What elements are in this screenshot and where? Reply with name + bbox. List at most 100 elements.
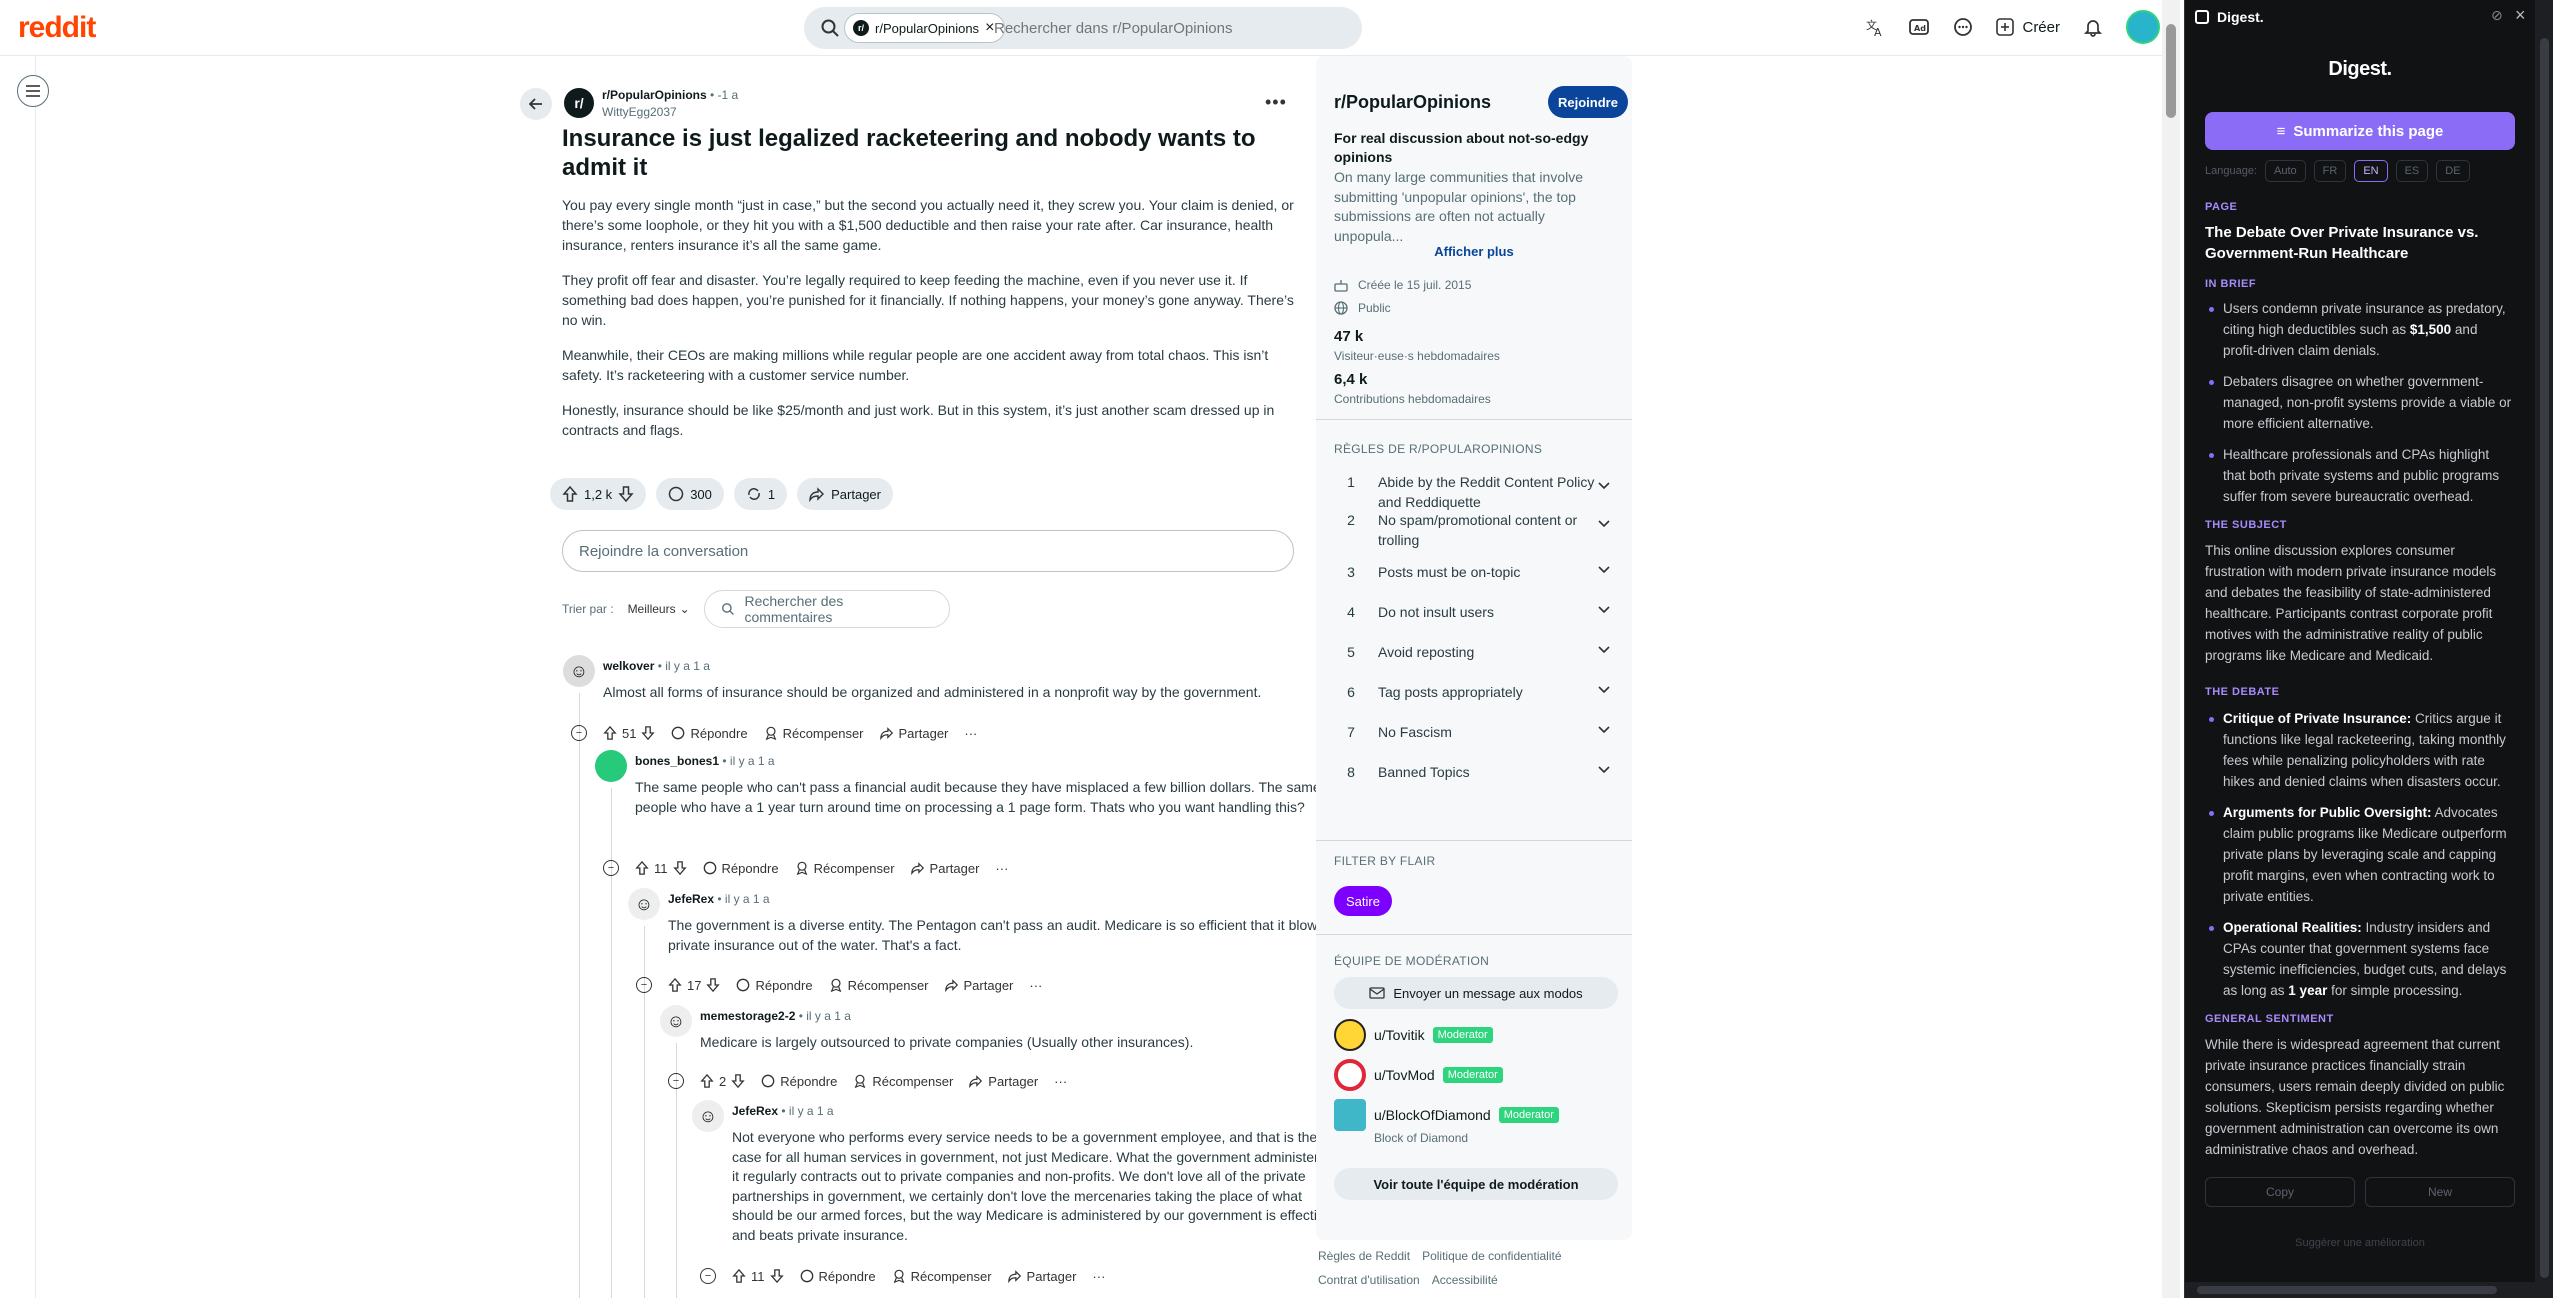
reply-button[interactable]: Répondre <box>671 726 748 741</box>
comment-avatar[interactable]: ☺ <box>692 1100 724 1132</box>
more-options-icon[interactable]: ··· <box>1029 978 1042 993</box>
lang-auto[interactable]: Auto <box>2265 160 2306 182</box>
lang-en[interactable]: EN <box>2354 160 2388 182</box>
chevron-down-icon[interactable] <box>1598 562 1618 574</box>
collapse-icon[interactable]: − <box>603 860 619 876</box>
upvote-icon[interactable] <box>700 1074 714 1088</box>
share-button[interactable]: Partager <box>910 861 979 876</box>
more-options-icon[interactable]: ··· <box>1092 1269 1105 1284</box>
join-conversation-input[interactable]: Rejoindre la conversation <box>562 530 1294 572</box>
subreddit-filter-chip[interactable]: r/ r/PopularOpinions × <box>844 13 1006 43</box>
comment-avatar[interactable] <box>595 750 627 782</box>
lang-fr[interactable]: FR <box>2313 160 2347 182</box>
collapse-icon[interactable]: − <box>700 1268 716 1284</box>
downvote-icon[interactable] <box>769 1269 784 1283</box>
chevron-down-icon[interactable] <box>1598 472 1618 490</box>
advertise-icon[interactable]: Ad <box>1908 16 1930 38</box>
reply-button[interactable]: Répondre <box>736 978 813 993</box>
more-options-icon[interactable]: ··· <box>964 726 977 741</box>
footer-link[interactable]: Politique de confidentialité <box>1422 1249 1561 1263</box>
reddit-logo[interactable]: reddit <box>18 11 96 45</box>
close-icon[interactable]: × <box>2515 5 2526 26</box>
upvote-icon[interactable] <box>635 861 649 875</box>
collapse-icon[interactable]: − <box>571 725 587 741</box>
chevron-down-icon[interactable] <box>1598 602 1618 614</box>
share-button[interactable]: Partager <box>944 978 1013 993</box>
chevron-down-icon[interactable] <box>1598 762 1618 774</box>
back-button[interactable] <box>520 88 552 120</box>
rule-item[interactable]: 4 Do not insult users <box>1334 602 1618 622</box>
user-avatar[interactable] <box>2126 10 2160 44</box>
mod-item[interactable]: u/Tovitik Moderator <box>1334 1019 1493 1051</box>
thread-line[interactable] <box>579 693 580 1298</box>
copy-button[interactable]: Copy <box>2205 1177 2355 1207</box>
sort-dropdown[interactable]: Meilleurs ⌄ <box>628 602 690 616</box>
lang-es[interactable]: ES <box>2395 160 2429 182</box>
more-options-icon[interactable]: ··· <box>995 861 1008 876</box>
search-bar[interactable]: r/ r/PopularOpinions × <box>804 7 1362 49</box>
rule-item[interactable]: 7 No Fascism <box>1334 722 1618 742</box>
digest-hscrollbar[interactable] <box>2185 1282 2535 1298</box>
summarize-button[interactable]: ≡ Summarize this page <box>2205 112 2515 150</box>
message-mods-button[interactable]: Envoyer un message aux modos <box>1334 977 1618 1009</box>
share-button[interactable]: Partager <box>1007 1269 1076 1284</box>
post-more-icon[interactable]: ••• <box>1265 92 1287 113</box>
more-options-icon[interactable]: ··· <box>1054 1074 1067 1089</box>
subreddit-avatar[interactable]: r/ <box>564 88 594 118</box>
rule-item[interactable]: 1 Abide by the Reddit Content Policy and… <box>1334 472 1618 512</box>
new-button[interactable]: New <box>2365 1177 2515 1207</box>
chevron-down-icon[interactable] <box>1598 510 1618 528</box>
reply-button[interactable]: Répondre <box>800 1269 876 1284</box>
comment-avatar[interactable]: ☺ <box>628 888 660 920</box>
lang-de[interactable]: DE <box>2436 160 2470 182</box>
rule-item[interactable]: 6 Tag posts appropriately <box>1334 682 1618 702</box>
comments-button[interactable]: 300 <box>656 478 724 510</box>
scrollbar-thumb[interactable] <box>2166 24 2176 118</box>
award-button[interactable]: Récompenser <box>829 978 929 993</box>
close-icon[interactable]: × <box>985 19 994 37</box>
upvote-icon[interactable] <box>668 978 682 992</box>
chevron-down-icon[interactable] <box>1598 722 1618 734</box>
upvote-icon[interactable] <box>562 486 578 502</box>
share-button[interactable]: Partager <box>879 726 948 741</box>
chevron-down-icon[interactable] <box>1598 642 1618 654</box>
collapse-icon[interactable]: − <box>668 1073 684 1089</box>
rule-item[interactable]: 5 Avoid reposting <box>1334 642 1618 662</box>
share-button[interactable]: Partager <box>969 1074 1038 1089</box>
search-input[interactable] <box>994 13 1344 43</box>
footer-link[interactable]: Accessibilité <box>1432 1273 1498 1287</box>
flair-satire[interactable]: Satire <box>1334 886 1392 916</box>
award-button[interactable]: Récompenser <box>795 861 895 876</box>
award-button[interactable]: Récompenser <box>892 1269 992 1284</box>
rule-item[interactable]: 3 Posts must be on-topic <box>1334 562 1618 582</box>
footer-link[interactable]: Contrat d'utilisation <box>1318 1273 1420 1287</box>
rule-item[interactable]: 2 No spam/promotional content or trollin… <box>1334 510 1618 550</box>
comment-author[interactable]: JefeRex <box>668 892 714 906</box>
scrollbar-thumb[interactable] <box>2540 38 2549 1278</box>
collapse-icon[interactable]: − <box>636 977 652 993</box>
footer-link[interactable]: Règles de Reddit <box>1318 1249 1410 1263</box>
pin-icon[interactable]: ⊘ <box>2491 7 2503 24</box>
downvote-icon[interactable] <box>672 861 687 875</box>
comment-author[interactable]: JefeRex <box>732 1104 778 1118</box>
upvote-icon[interactable] <box>732 1269 746 1283</box>
award-button[interactable]: Récompenser <box>853 1074 953 1089</box>
digest-scrollbar[interactable] <box>2535 0 2553 1298</box>
comment-author[interactable]: welkover <box>603 659 654 673</box>
chevron-down-icon[interactable] <box>1598 682 1618 694</box>
subreddit-link[interactable]: r/PopularOpinions <box>602 88 707 102</box>
reply-button[interactable]: Répondre <box>761 1074 837 1089</box>
downvote-icon[interactable] <box>706 978 721 992</box>
comment-author[interactable]: bones_bones1 <box>635 754 719 768</box>
create-button[interactable]: Créer <box>1996 18 2060 36</box>
main-scrollbar[interactable] <box>2162 0 2180 1298</box>
comment-avatar[interactable]: ☺ <box>660 1005 692 1037</box>
chat-icon[interactable] <box>1952 16 1974 38</box>
reply-button[interactable]: Répondre <box>703 861 779 876</box>
scrollbar-thumb[interactable] <box>2197 1286 2497 1294</box>
mod-item[interactable]: u/BlockOfDiamond Moderator <box>1334 1099 1559 1131</box>
translate-icon[interactable]: 文A <box>1864 16 1886 38</box>
search-comments-input[interactable]: Rechercher des commentaires <box>703 590 950 628</box>
comment-avatar[interactable]: ☺ <box>563 655 595 687</box>
bell-icon[interactable] <box>2082 16 2104 38</box>
